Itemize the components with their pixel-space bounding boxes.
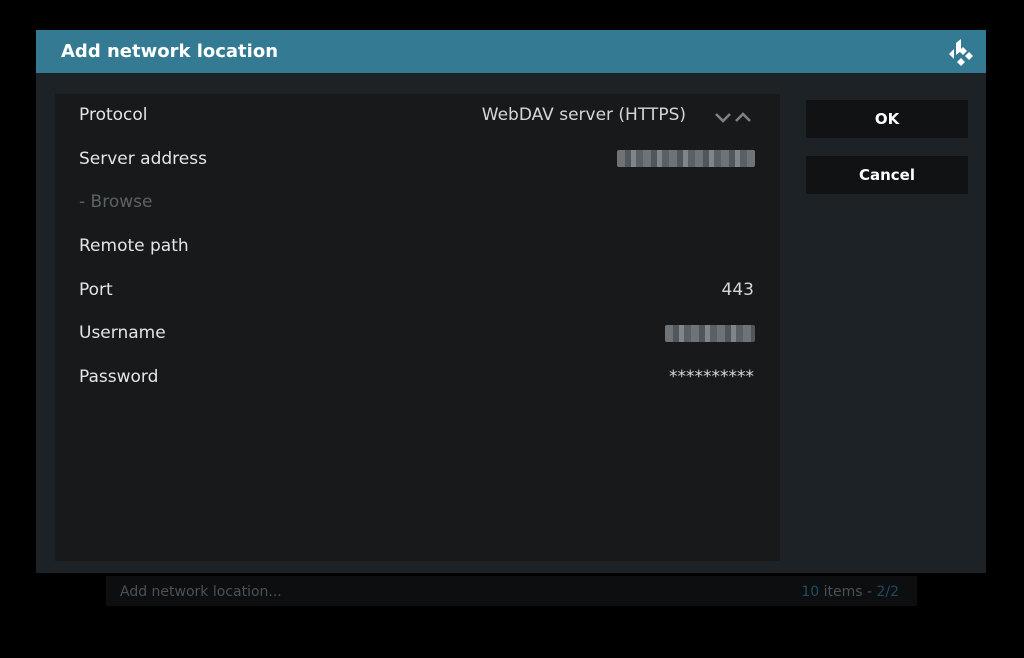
dialog-title-bar: Add network location [36,30,986,73]
setting-label-protocol: Protocol [79,105,148,125]
page-indicator: 2/2 [876,584,899,600]
setting-value-protocol: WebDAV server (HTTPS) [481,105,686,125]
settings-list: Protocol WebDAV server (HTTPS) Server ad… [55,94,780,561]
setting-row-browse: - Browse [55,183,780,221]
add-network-location-dialog: Add network location Protocol WebDAV ser… [36,30,986,573]
item-count-number: 10 [801,584,820,600]
setting-label-password: Password [79,367,159,387]
ok-button[interactable]: OK [806,100,968,138]
redacted-server-address [617,150,755,167]
redacted-username [665,325,755,342]
setting-row-protocol[interactable]: Protocol WebDAV server (HTTPS) [55,96,780,134]
setting-label-browse: - Browse [79,192,153,212]
background-footer-label: Add network location... [120,584,282,600]
cancel-button[interactable]: Cancel [806,156,968,194]
setting-row-port[interactable]: Port 443 [55,271,780,309]
item-count-text: items - [819,584,877,600]
setting-label-username: Username [79,323,166,343]
spin-arrows-icon[interactable] [714,111,754,123]
dialog-title: Add network location [61,41,279,62]
setting-value-port: 443 [721,280,754,300]
setting-row-remote-path[interactable]: Remote path [55,227,780,265]
setting-label-remote-path: Remote path [79,236,189,256]
setting-row-password[interactable]: Password ********** [55,358,780,396]
setting-label-port: Port [79,280,113,300]
setting-row-server-address[interactable]: Server address [55,140,780,178]
background-footer-bar: Add network location... 10 items - 2/2 [106,576,917,606]
setting-value-password: ********** [669,367,754,387]
background-item-count: 10 items - 2/2 [801,584,899,600]
setting-label-server-address: Server address [79,149,207,169]
kodi-logo-icon [949,39,973,66]
setting-row-username[interactable]: Username [55,314,780,352]
